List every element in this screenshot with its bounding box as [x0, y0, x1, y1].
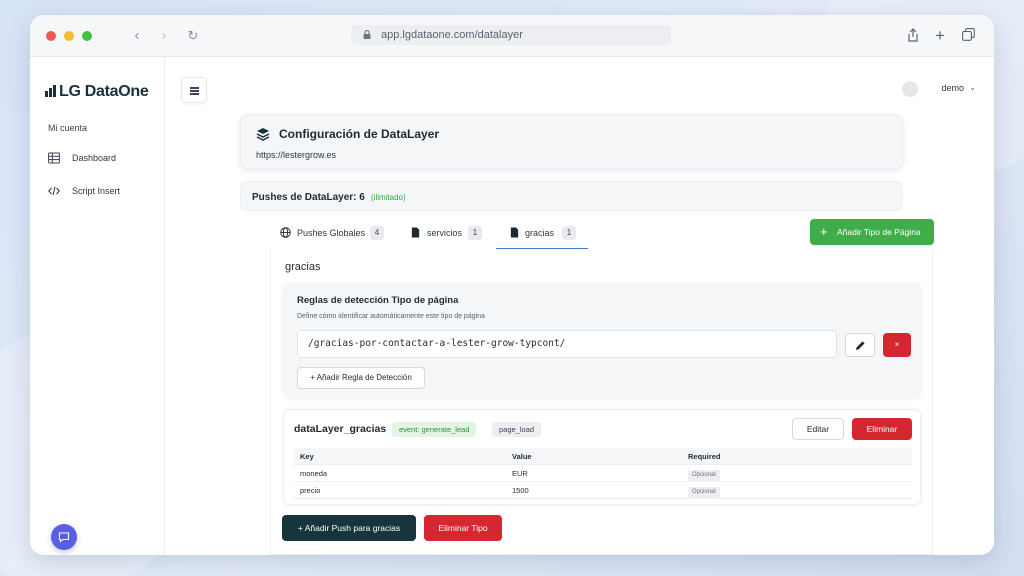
tabs-overview-icon[interactable] [962, 28, 975, 41]
sidebar-item-label: Script Insert [72, 186, 121, 196]
browser-window: ‹ › ↻ app.lgdataone.com/datalayer + LG D… [30, 15, 994, 555]
pushes-count: Pushes de DataLayer: 6 [252, 192, 365, 203]
plus-icon: + [820, 224, 828, 239]
chat-icon [58, 532, 70, 543]
delete-push-button[interactable]: Eliminar [852, 418, 912, 440]
page-title: Configuración de DataLayer [279, 127, 440, 141]
close-icon: × [894, 340, 900, 349]
minimize-window-button[interactable] [64, 31, 74, 41]
maximize-window-button[interactable] [82, 31, 92, 41]
add-detection-rule-button[interactable]: + Añadir Regla de Detección [297, 367, 425, 389]
avatar [902, 81, 918, 97]
tab-pushes-globales[interactable]: Pushes Globales 4 [280, 219, 392, 249]
value-cell: EUR [512, 469, 528, 478]
hamburger-icon [190, 87, 199, 89]
column-header: Key [300, 452, 314, 461]
trigger-tag: page_load [492, 422, 542, 437]
page-type-panel: gracias Reglas de detección Tipo de pági… [270, 249, 933, 555]
value-cell: 1500 [512, 486, 529, 495]
chevron-down-icon: ⌄ [969, 83, 976, 92]
page-type-title: gracias [285, 261, 321, 273]
globe-icon [280, 227, 291, 238]
column-header: Required [688, 452, 721, 461]
forward-icon[interactable]: › [154, 26, 174, 46]
browser-toolbar: ‹ › ↻ app.lgdataone.com/datalayer + [30, 15, 994, 57]
add-push-button[interactable]: + Añadir Push para gracias [282, 515, 416, 541]
sidebar-item-label: Dashboard [72, 153, 117, 163]
config-card: Configuración de DataLayer https://leste… [240, 114, 903, 169]
pushes-summary: Pushes de DataLayer: 6 (ilimitado) [240, 181, 903, 211]
pushes-limit: (ilimitado) [371, 193, 406, 202]
sidebar-section-label: Mi cuenta [48, 123, 88, 133]
rules-description: Define cómo identificar automáticamente … [297, 313, 485, 320]
delete-rule-button[interactable]: × [883, 333, 911, 357]
tab-gracias[interactable]: gracias 1 [509, 219, 581, 249]
tab-count-badge: 4 [370, 226, 384, 240]
back-icon[interactable]: ‹ [127, 26, 147, 46]
delete-type-button[interactable]: Eliminar Tipo [424, 515, 502, 541]
chat-button[interactable] [51, 524, 77, 550]
event-tag: event: generate_lead [392, 422, 477, 437]
edit-rule-button[interactable] [845, 333, 875, 357]
table-row: moneda EUR Opcional [294, 465, 912, 482]
table-row: precio 1500 Opcional [294, 482, 912, 499]
table-icon [48, 152, 60, 164]
tab-servicios[interactable]: servicios 1 [410, 219, 486, 249]
rules-heading: Reglas de detección Tipo de página [297, 295, 459, 306]
datalayer-name: dataLayer_gracias [294, 423, 387, 435]
optional-badge: Opcional [688, 487, 720, 498]
sidebar: LG DataOne Mi cuenta Dashboard Script In… [30, 57, 165, 555]
tab-label: gracias [525, 228, 555, 238]
address-bar[interactable]: app.lgdataone.com/datalayer [351, 25, 671, 45]
share-icon[interactable] [907, 28, 919, 42]
key-cell: moneda [300, 469, 328, 478]
key-cell: precio [300, 486, 321, 495]
detection-rules-card: Reglas de detección Tipo de página Defin… [283, 283, 921, 397]
main-content: demo ⌄ Configuración de DataLayer https:… [166, 57, 994, 555]
logo-bars-icon [45, 84, 57, 102]
tab-count-badge: 1 [468, 226, 482, 240]
required-cell: Opcional [688, 482, 720, 499]
rule-input[interactable]: /gracias-por-contactar-a-lester-grow-typ… [297, 330, 837, 358]
layers-icon [256, 128, 270, 141]
tab-count-badge: 1 [562, 226, 576, 240]
table-header-row: Key Value Required [294, 448, 912, 465]
file-icon [411, 227, 420, 238]
sidebar-item-dashboard[interactable]: Dashboard [48, 149, 148, 167]
datalayer-table: Key Value Required moneda EUR Opcional p… [294, 448, 912, 499]
close-window-button[interactable] [46, 31, 56, 41]
user-menu[interactable]: demo ⌄ [886, 81, 976, 97]
lock-icon [363, 30, 371, 39]
tab-label: servicios [427, 228, 463, 238]
required-cell: Opcional [688, 465, 720, 482]
file-icon [510, 227, 519, 238]
pencil-icon [856, 341, 865, 350]
add-page-type-button[interactable]: + Añadir Tipo de Página [810, 219, 934, 245]
url-text: app.lgdataone.com/datalayer [381, 29, 523, 41]
reload-icon[interactable]: ↻ [183, 26, 203, 46]
site-url: https://lestergrow.es [256, 150, 337, 160]
sidebar-item-script-insert[interactable]: Script Insert [48, 182, 148, 200]
new-tab-icon[interactable]: + [930, 26, 950, 46]
user-name: demo [941, 83, 964, 93]
tab-label: Pushes Globales [297, 228, 366, 238]
logo[interactable]: LG DataOne [45, 83, 149, 102]
column-header: Value [512, 452, 532, 461]
datalayer-push-card: dataLayer_gracias event: generate_lead p… [283, 409, 921, 505]
menu-toggle-button[interactable] [181, 77, 207, 103]
optional-badge: Opcional [688, 470, 720, 481]
code-icon [48, 186, 60, 196]
edit-push-button[interactable]: Editar [792, 418, 844, 440]
